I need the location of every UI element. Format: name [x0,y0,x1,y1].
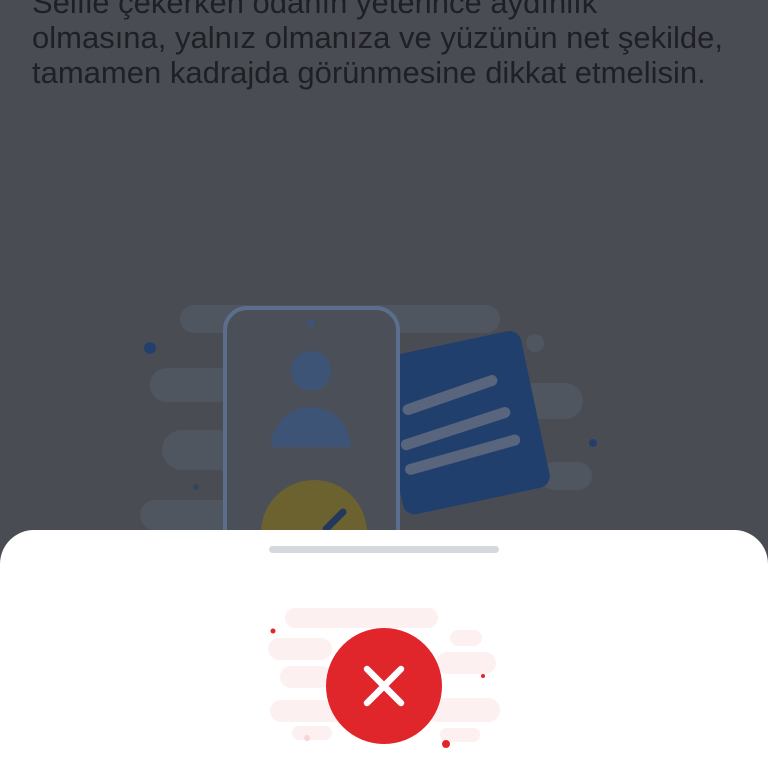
person-head [291,351,331,391]
background-blob [526,334,544,352]
decor-dot [193,484,199,490]
decor-dot [481,674,485,678]
decor-dot [442,740,450,748]
background-blob [440,728,480,742]
background-blob [280,666,332,688]
phone-camera-dot [307,319,315,327]
bottom-sheet [0,530,768,768]
sheet-drag-handle[interactable] [269,546,499,553]
screen: Selfie çekerken odanın yeterince aydınlı… [0,0,768,768]
background-blob [436,652,496,674]
background-blob [292,726,332,740]
decor-dot [589,439,597,447]
error-illustration [268,608,500,748]
decor-dot [270,628,276,634]
decor-dot [144,342,156,354]
background-blob [285,608,438,628]
background-blob [268,638,332,660]
background-blob [450,630,482,646]
error-x-icon [326,628,442,744]
decor-dot [304,735,310,741]
